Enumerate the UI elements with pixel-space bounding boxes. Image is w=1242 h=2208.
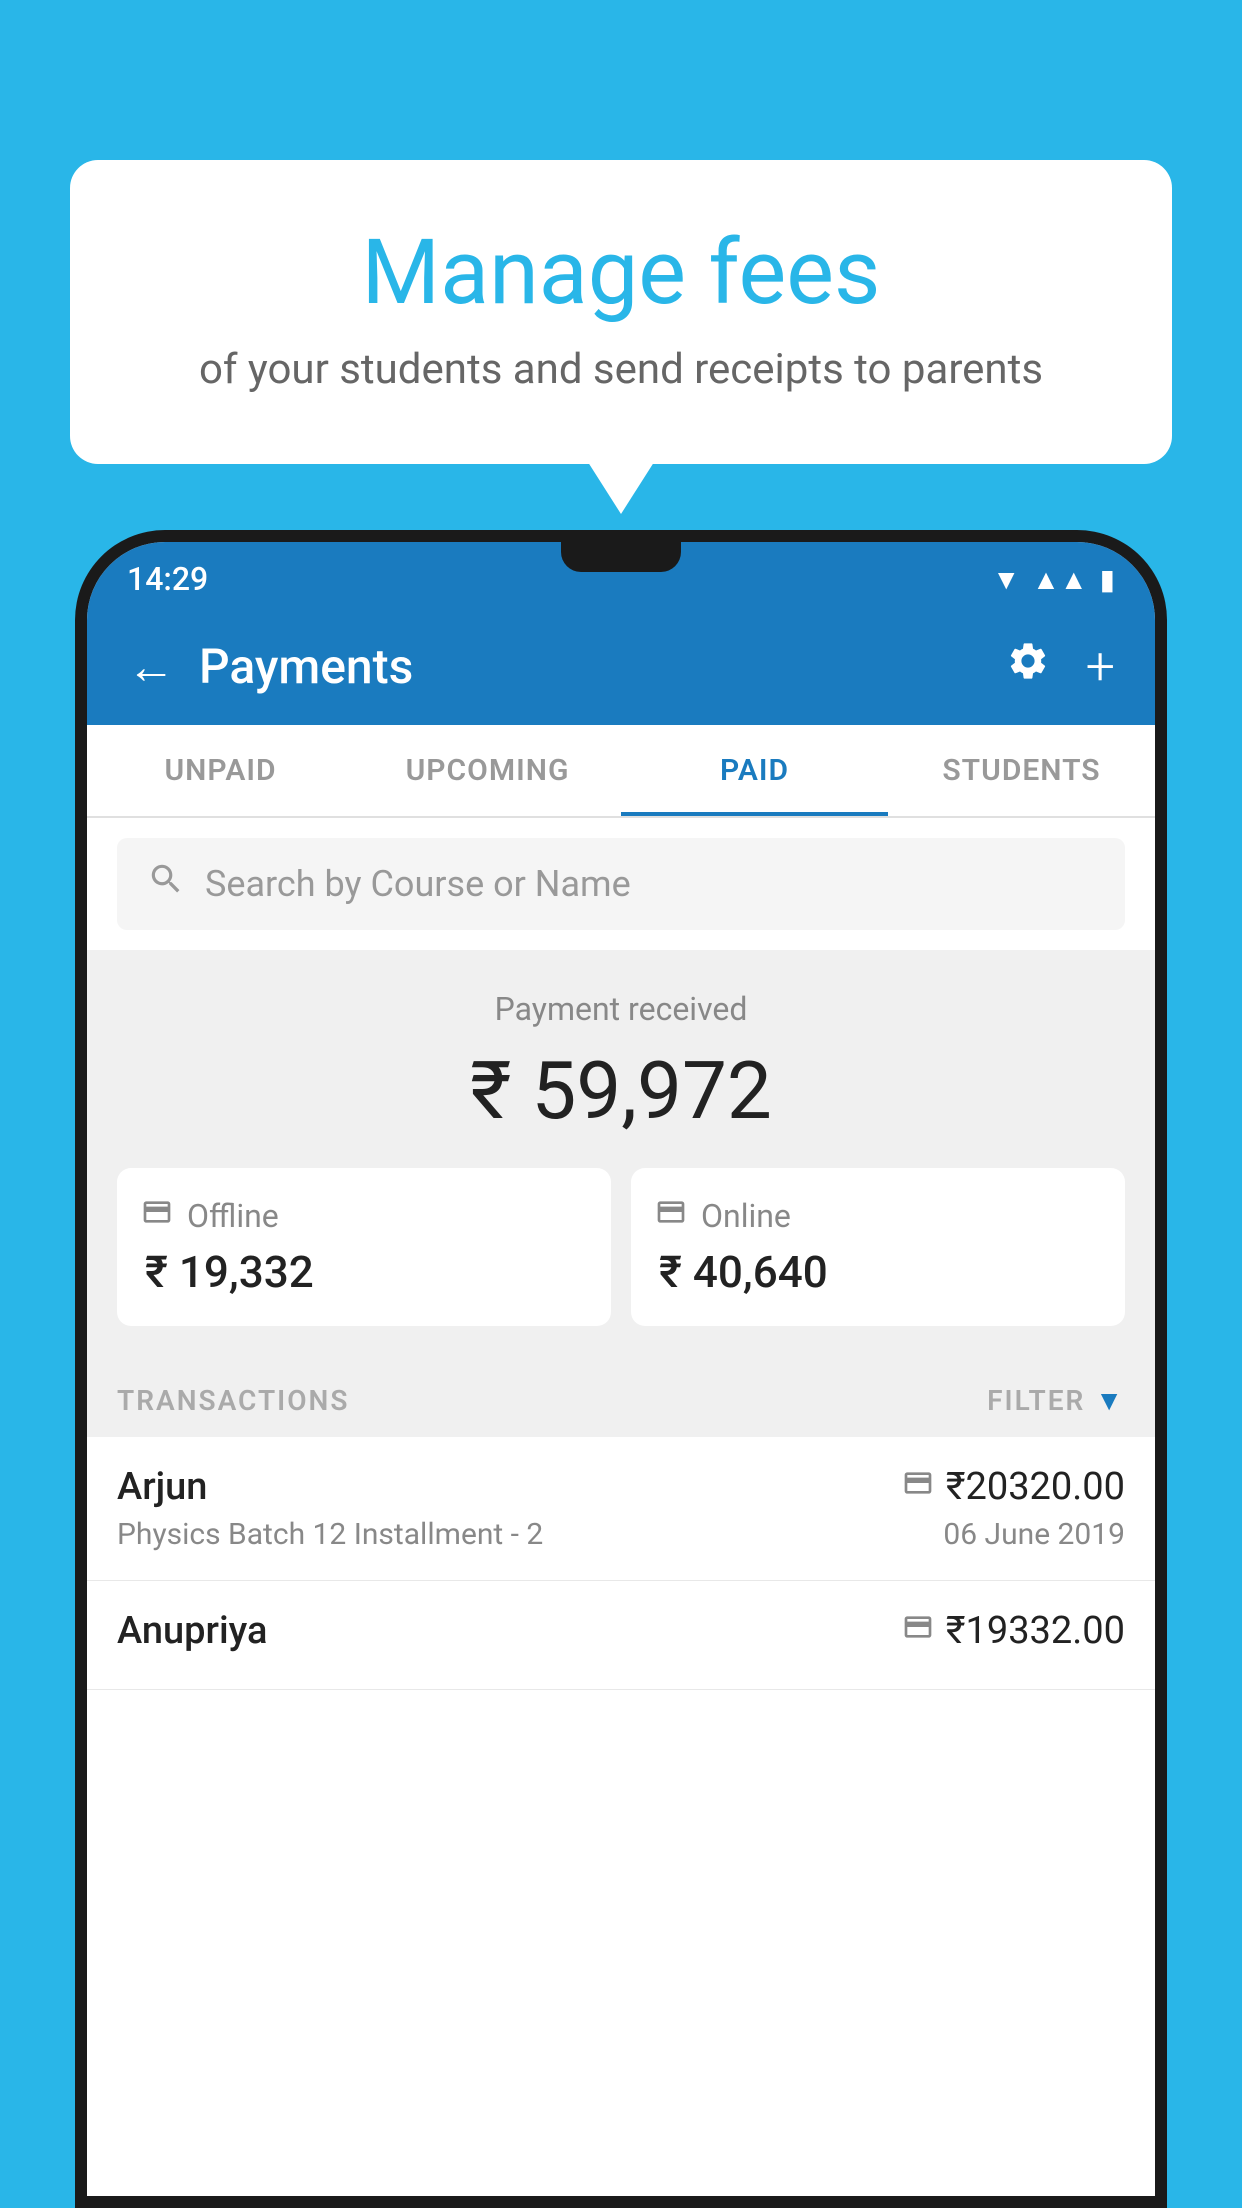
search-container: Search by Course or Name — [87, 818, 1155, 950]
transaction-amount-container: ₹19332.00 — [902, 1609, 1125, 1653]
transaction-name: Arjun — [117, 1465, 207, 1509]
tab-students[interactable]: STUDENTS — [888, 725, 1155, 816]
transactions-header: TRANSACTIONS FILTER ▼ — [87, 1356, 1155, 1437]
transaction-amount-container: ₹20320.00 — [902, 1465, 1125, 1509]
transaction-detail: Physics Batch 12 Installment - 2 — [117, 1517, 543, 1552]
transaction-list: Arjun ₹20320.00 Physics Batch 12 Install… — [87, 1437, 1155, 2196]
offline-label: Offline — [187, 1197, 279, 1235]
filter-label: FILTER — [987, 1384, 1085, 1417]
signal-icon: ▲▲ — [1032, 563, 1087, 596]
online-card-header: Online — [655, 1196, 791, 1236]
online-label: Online — [701, 1197, 791, 1235]
transactions-label: TRANSACTIONS — [117, 1384, 349, 1417]
speech-bubble-title: Manage fees — [110, 220, 1132, 325]
status-time: 14:29 — [127, 560, 208, 598]
offline-icon — [141, 1196, 173, 1236]
transaction-row-1: Anupriya ₹19332.00 — [117, 1609, 1125, 1653]
phone-frame: 14:29 ▼ ▲▲ ▮ ← Payments — [75, 530, 1167, 2208]
offline-card-header: Offline — [141, 1196, 279, 1236]
payment-received-label: Payment received — [117, 990, 1125, 1028]
offline-amount: ₹ 19,332 — [141, 1246, 314, 1298]
search-placeholder: Search by Course or Name — [205, 863, 631, 905]
status-icons: ▼ ▲▲ ▮ — [992, 563, 1115, 596]
online-amount: ₹ 40,640 — [655, 1246, 828, 1298]
filter-button[interactable]: FILTER ▼ — [987, 1384, 1125, 1417]
tab-paid[interactable]: PAID — [621, 725, 888, 816]
offline-payment-icon — [902, 1611, 934, 1651]
app-bar-left: ← Payments — [127, 638, 413, 695]
phone-notch — [561, 542, 681, 572]
speech-bubble-subtitle: of your students and send receipts to pa… — [110, 345, 1132, 394]
online-payment-icon — [902, 1467, 934, 1507]
filter-icon: ▼ — [1095, 1384, 1125, 1417]
payment-cards: Offline ₹ 19,332 Online — [117, 1168, 1125, 1326]
app-bar-right: + — [1006, 636, 1115, 697]
phone-screen: 14:29 ▼ ▲▲ ▮ ← Payments — [87, 542, 1155, 2196]
tab-upcoming[interactable]: UPCOMING — [354, 725, 621, 816]
add-icon[interactable]: + — [1086, 636, 1115, 697]
app-bar-title: Payments — [199, 638, 413, 695]
transaction-amount: ₹20320.00 — [946, 1465, 1125, 1509]
page-background: Manage fees of your students and send re… — [0, 0, 1242, 2208]
wifi-icon: ▼ — [992, 563, 1020, 596]
offline-card: Offline ₹ 19,332 — [117, 1168, 611, 1326]
transaction-row-2: Physics Batch 12 Installment - 2 06 June… — [117, 1517, 1125, 1552]
payment-summary: Payment received ₹ 59,972 Offline ₹ 1 — [87, 950, 1155, 1356]
tab-unpaid[interactable]: UNPAID — [87, 725, 354, 816]
search-box[interactable]: Search by Course or Name — [117, 838, 1125, 930]
online-card: Online ₹ 40,640 — [631, 1168, 1125, 1326]
tabs: UNPAID UPCOMING PAID STUDENTS — [87, 725, 1155, 818]
transaction-amount: ₹19332.00 — [946, 1609, 1125, 1653]
online-icon — [655, 1196, 687, 1236]
table-row[interactable]: Arjun ₹20320.00 Physics Batch 12 Install… — [87, 1437, 1155, 1581]
app-bar: ← Payments + — [87, 608, 1155, 725]
payment-total: ₹ 59,972 — [117, 1044, 1125, 1138]
settings-icon[interactable] — [1006, 639, 1050, 694]
transaction-row-1: Arjun ₹20320.00 — [117, 1465, 1125, 1509]
battery-icon: ▮ — [1100, 563, 1115, 596]
search-icon — [147, 860, 185, 908]
speech-bubble: Manage fees of your students and send re… — [70, 160, 1172, 464]
back-button[interactable]: ← — [127, 643, 175, 691]
transaction-name: Anupriya — [117, 1609, 267, 1653]
table-row[interactable]: Anupriya ₹19332.00 — [87, 1581, 1155, 1690]
transaction-date: 06 June 2019 — [943, 1517, 1125, 1552]
